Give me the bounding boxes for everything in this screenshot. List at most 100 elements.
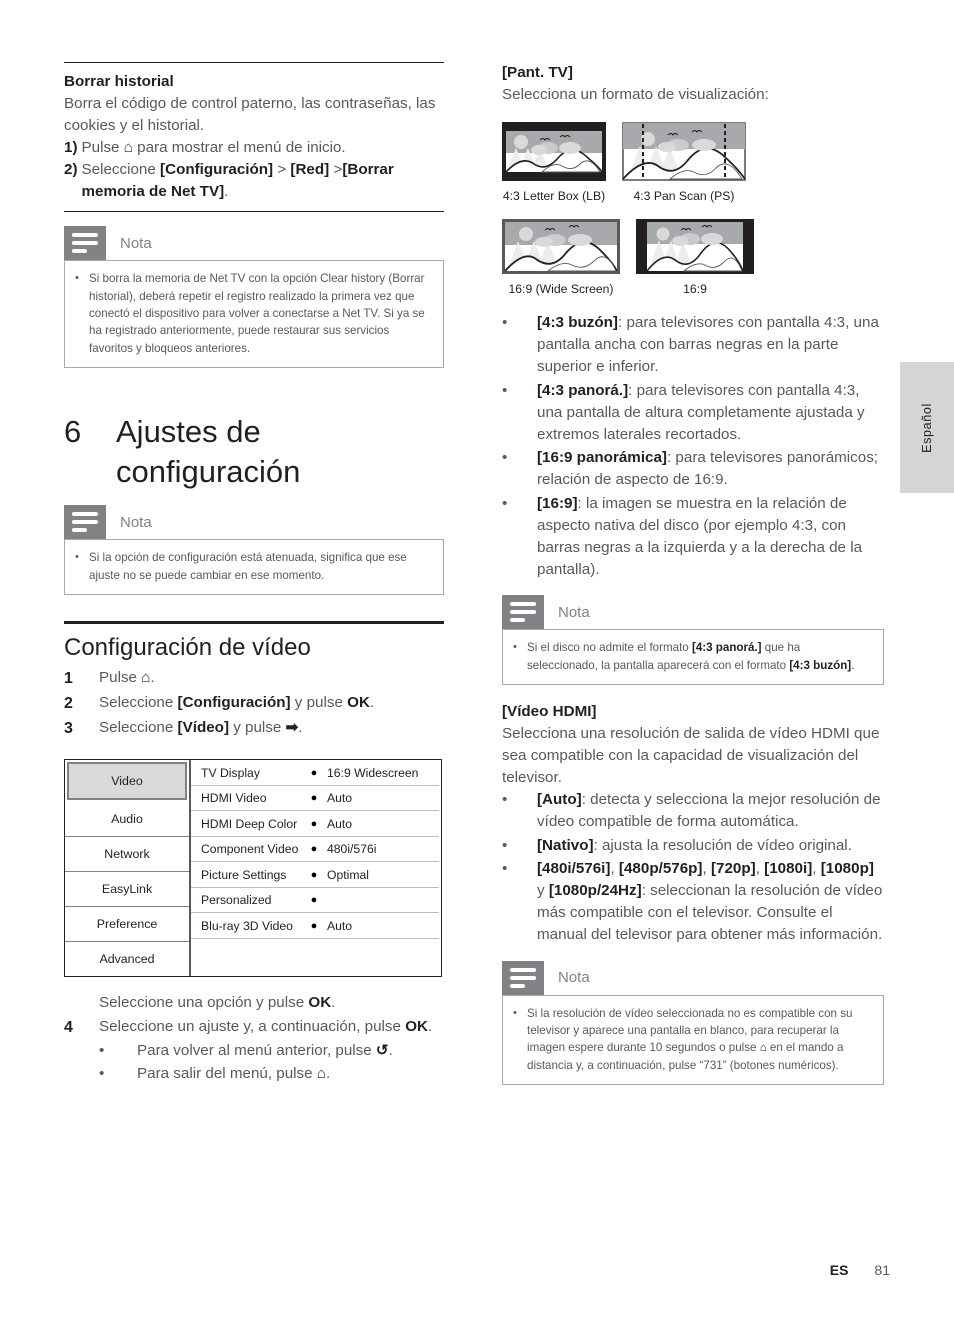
hdmi-video-heading: [Vídeo HDMI]	[502, 703, 597, 721]
bullet-dot: •	[99, 1065, 105, 1083]
note-body: • Si el disco no admite el formato [4:3 …	[502, 629, 884, 686]
menu-sidebar-label: Preference	[96, 917, 158, 932]
option-description: : ajusta la resolución de vídeo original…	[593, 836, 852, 854]
tv-display-bullet-2: • [4:3 panorá.]: para televisores con pa…	[502, 380, 884, 447]
sep: ,	[610, 859, 619, 877]
clear-history-intro: Borra el código de control paterno, las …	[64, 95, 436, 135]
menu-sidebar-label: Advanced	[99, 952, 155, 967]
radio-dot-icon: ●	[310, 843, 318, 856]
step-number: 3	[64, 720, 73, 738]
menu-row-hdmi-video[interactable]: HDMI Video ● Auto	[191, 786, 439, 812]
menu-row-value: Optimal	[327, 867, 369, 882]
clear-history-step-2: 2) Seleccione [Configuración] > [Red] >[…	[64, 159, 444, 203]
menu-sidebar-label: Audio	[111, 812, 143, 827]
menu-row-label: Picture Settings	[201, 867, 287, 882]
bullet-dot: •	[502, 449, 508, 467]
option-720p: [720p]	[710, 859, 756, 877]
step-text: Pulse	[99, 669, 142, 687]
option-1080p: [1080p]	[820, 859, 874, 877]
tv-display-heading: [Pant. TV]	[502, 64, 573, 81]
menu-path-setup: [Configuración]	[160, 161, 274, 179]
menu-sidebar-item-network[interactable]: Network	[65, 837, 189, 873]
chapter-number: 6	[64, 414, 82, 450]
note-list-item: • Si el disco no admite el formato [4:3 …	[513, 639, 871, 674]
note-body: • Si la opción de configuración está ate…	[64, 539, 444, 596]
step-text: Seleccione	[99, 719, 178, 737]
sep: ,	[702, 859, 711, 877]
menu-path-network: [Red]	[290, 161, 330, 179]
note-header: Nota	[64, 226, 444, 261]
clear-history-heading: Borrar historial	[64, 73, 174, 90]
note-text: .	[851, 658, 855, 672]
step-text-post: .	[224, 183, 229, 201]
footer-page-number: 81	[874, 1262, 890, 1278]
bullet-dot: •	[502, 314, 508, 332]
step-text-pre: Pulse	[81, 139, 124, 157]
radio-dot-icon: ●	[310, 766, 318, 779]
bullet-dot: •	[99, 1042, 105, 1060]
menu-row-bluray-3d-video[interactable]: Blu-ray 3D Video ● Auto	[191, 913, 439, 939]
note-title: Nota	[558, 603, 590, 621]
step-text-post: para mostrar el menú de inicio.	[132, 139, 346, 157]
hdmi-video-bullet-auto: • [Auto]: detecta y selecciona la mejor …	[502, 789, 884, 833]
bottom-rule-clear-history	[64, 211, 444, 213]
step-marker: 2)	[64, 161, 78, 179]
option-1080i: [1080i]	[764, 859, 813, 877]
menu-row-hdmi-deep-color[interactable]: HDMI Deep Color ● Auto	[191, 811, 439, 837]
figure-letterbox: 4:3 Letter Box (LB)	[502, 122, 606, 203]
menu-row-label: TV Display	[201, 765, 260, 780]
option-43-panscan: [4:3 panorá.]	[691, 641, 762, 655]
chapter-heading: 6 Ajustes de configuración	[64, 412, 444, 491]
bullet-dot: •	[513, 1006, 517, 1019]
substep-text-post: .	[326, 1065, 331, 1083]
figure-caption: 16:9	[683, 282, 707, 297]
note-header: Nota	[502, 960, 884, 995]
note-icon	[64, 226, 106, 261]
menu-row-component-video[interactable]: Component Video ● 480i/576i	[191, 837, 439, 863]
menu-row-picture-settings[interactable]: Picture Settings ● Optimal	[191, 862, 439, 888]
option-43-letterbox: [4:3 buzón]	[789, 658, 852, 672]
menu-sidebar-item-audio[interactable]: Audio	[65, 802, 189, 838]
note-box-2: Nota • Si la opción de configuración est…	[64, 505, 444, 596]
note-list-item: • Si borra la memoria de Net TV con la o…	[75, 270, 431, 357]
option-169-widescreen: [16:9 panorámica]	[537, 449, 667, 467]
left-column: Borrar historial Borra el código de cont…	[64, 62, 444, 1086]
menu-sidebar-item-easylink[interactable]: EasyLink	[65, 872, 189, 908]
note-list-item: • Si la opción de configuración está ate…	[75, 549, 431, 584]
menu-row-label: Blu-ray 3D Video	[201, 918, 293, 933]
menu-sidebar-item-video[interactable]: Video	[67, 762, 187, 801]
section-rule-video	[64, 621, 444, 625]
option-1080p-24hz: [1080p/24Hz]	[548, 881, 642, 899]
hdmi-video-bullet-resolutions: • [480i/576i], [480p/576p], [720p], [108…	[502, 858, 884, 947]
radio-dot-icon: ●	[310, 919, 318, 932]
menu-row-label: Component Video	[201, 842, 299, 857]
substep-text: Para salir del menú, pulse	[137, 1065, 317, 1083]
step-text-mid: y pulse	[229, 719, 286, 737]
option-43-panscan: [4:3 panorá.]	[537, 381, 629, 399]
menu-sidebar: Video Audio Network EasyLink Preference …	[65, 760, 191, 977]
note-list-item: • Si la resolución de vídeo seleccionada…	[513, 1005, 871, 1075]
menu-sidebar-item-preference[interactable]: Preference	[65, 907, 189, 943]
menu-sidebar-item-advanced[interactable]: Advanced	[65, 942, 189, 976]
bullet-dot: •	[502, 494, 508, 512]
widescreen-illustration	[502, 219, 620, 275]
bullet-dot: •	[513, 641, 517, 654]
hdmi-video-bullet-native: • [Nativo]: ajusta la resolución de víde…	[502, 835, 884, 857]
step-text: Seleccione un ajuste y, a continuación, …	[99, 1018, 406, 1036]
text-post: .	[331, 994, 336, 1012]
tv-format-figures-row-1: 4:3 Letter Box (LB) 4:3 Pan Scan (PS)	[502, 122, 884, 203]
note-header: Nota	[64, 505, 444, 540]
step-text-pre: Seleccione	[81, 161, 161, 179]
note-item-text: Si la opción de configuración está atenu…	[89, 551, 407, 582]
menu-empty-area	[191, 939, 439, 977]
step-text-post: .	[369, 694, 375, 712]
menu-row-label: HDMI Video	[201, 791, 267, 806]
menu-row-personalized[interactable]: Personalized ●	[191, 888, 439, 914]
step-text: Seleccione	[99, 694, 178, 712]
menu-row-value: Auto	[327, 918, 353, 933]
hdmi-video-intro: Selecciona una resolución de salida de v…	[502, 725, 880, 787]
menu-row-tv-display[interactable]: TV Display ● 16:9 Widescreen	[191, 760, 439, 786]
note-title: Nota	[120, 234, 152, 252]
note-icon	[502, 595, 544, 630]
substep-text: Para volver al menú anterior, pulse	[137, 1042, 376, 1060]
